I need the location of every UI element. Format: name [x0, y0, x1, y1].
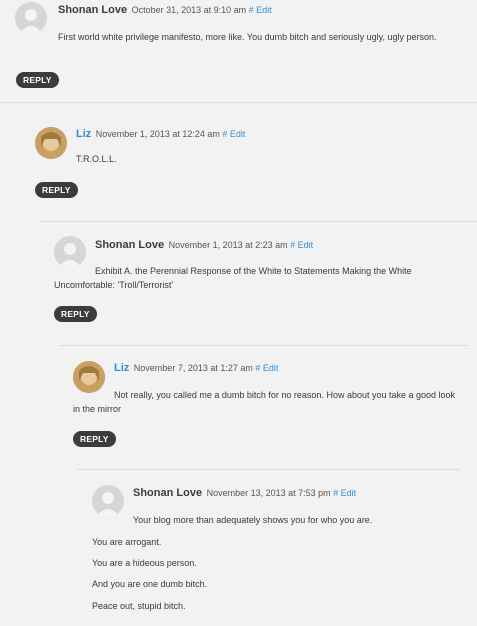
comment-meta: Liz November 1, 2013 at 12:24 am # Edit	[76, 128, 245, 140]
comment-date[interactable]: November 1, 2013 at 2:23 am	[169, 240, 288, 250]
comment-author[interactable]: Liz	[114, 362, 129, 374]
comment-author[interactable]: Shonan Love	[58, 4, 127, 16]
comment-text: Exhibit A. the Perennial Response of the…	[54, 266, 412, 290]
comment-date[interactable]: November 1, 2013 at 12:24 am	[96, 129, 220, 139]
divider	[0, 102, 477, 103]
default-avatar-icon	[96, 492, 120, 517]
comment-text: Your blog more than adequately shows you…	[133, 515, 373, 525]
reply-button[interactable]: REPLY	[16, 72, 59, 88]
comment-meta: Shonan Love October 31, 2013 at 9:10 am …	[58, 4, 272, 16]
comment-date[interactable]: November 13, 2013 at 7:53 pm	[207, 488, 331, 498]
comment-meta: Shonan Love November 1, 2013 at 2:23 am …	[95, 239, 313, 251]
user-photo-icon	[35, 127, 67, 159]
comment-author[interactable]: Liz	[76, 128, 91, 140]
avatar	[35, 127, 67, 159]
avatar	[92, 485, 124, 517]
comment-text: T.R.O.L.L.	[76, 154, 117, 164]
edit-link[interactable]: # Edit	[290, 240, 313, 250]
reply-button[interactable]: REPLY	[54, 306, 97, 322]
divider	[58, 345, 468, 346]
edit-link[interactable]: # Edit	[249, 5, 272, 15]
comment-author[interactable]: Shonan Love	[95, 239, 164, 251]
reply-button[interactable]: REPLY	[35, 182, 78, 198]
comment-author[interactable]: Shonan Love	[133, 487, 202, 499]
comment-text: First world white privilege manifesto, m…	[58, 32, 437, 42]
comment-meta: Shonan Love November 13, 2013 at 7:53 pm…	[133, 487, 356, 499]
comment-paragraph: Peace out, stupid bitch.	[92, 601, 186, 611]
divider	[77, 469, 460, 470]
comment-paragraph: You are arrogant.	[92, 537, 162, 547]
comment-date[interactable]: October 31, 2013 at 9:10 am	[132, 5, 247, 15]
reply-button[interactable]: REPLY	[73, 431, 116, 447]
edit-link[interactable]: # Edit	[333, 488, 356, 498]
comment-date[interactable]: November 7, 2013 at 1:27 am	[134, 363, 253, 373]
comment-text: Not really, you called me a dumb bitch f…	[73, 390, 456, 414]
comment-paragraph: And you are one dumb bitch.	[92, 579, 208, 589]
comment-paragraph: You are a hideous person.	[92, 558, 197, 568]
divider	[39, 221, 477, 222]
edit-link[interactable]: # Edit	[222, 129, 245, 139]
edit-link[interactable]: # Edit	[255, 363, 278, 373]
comment-meta: Liz November 7, 2013 at 1:27 am # Edit	[114, 362, 278, 374]
